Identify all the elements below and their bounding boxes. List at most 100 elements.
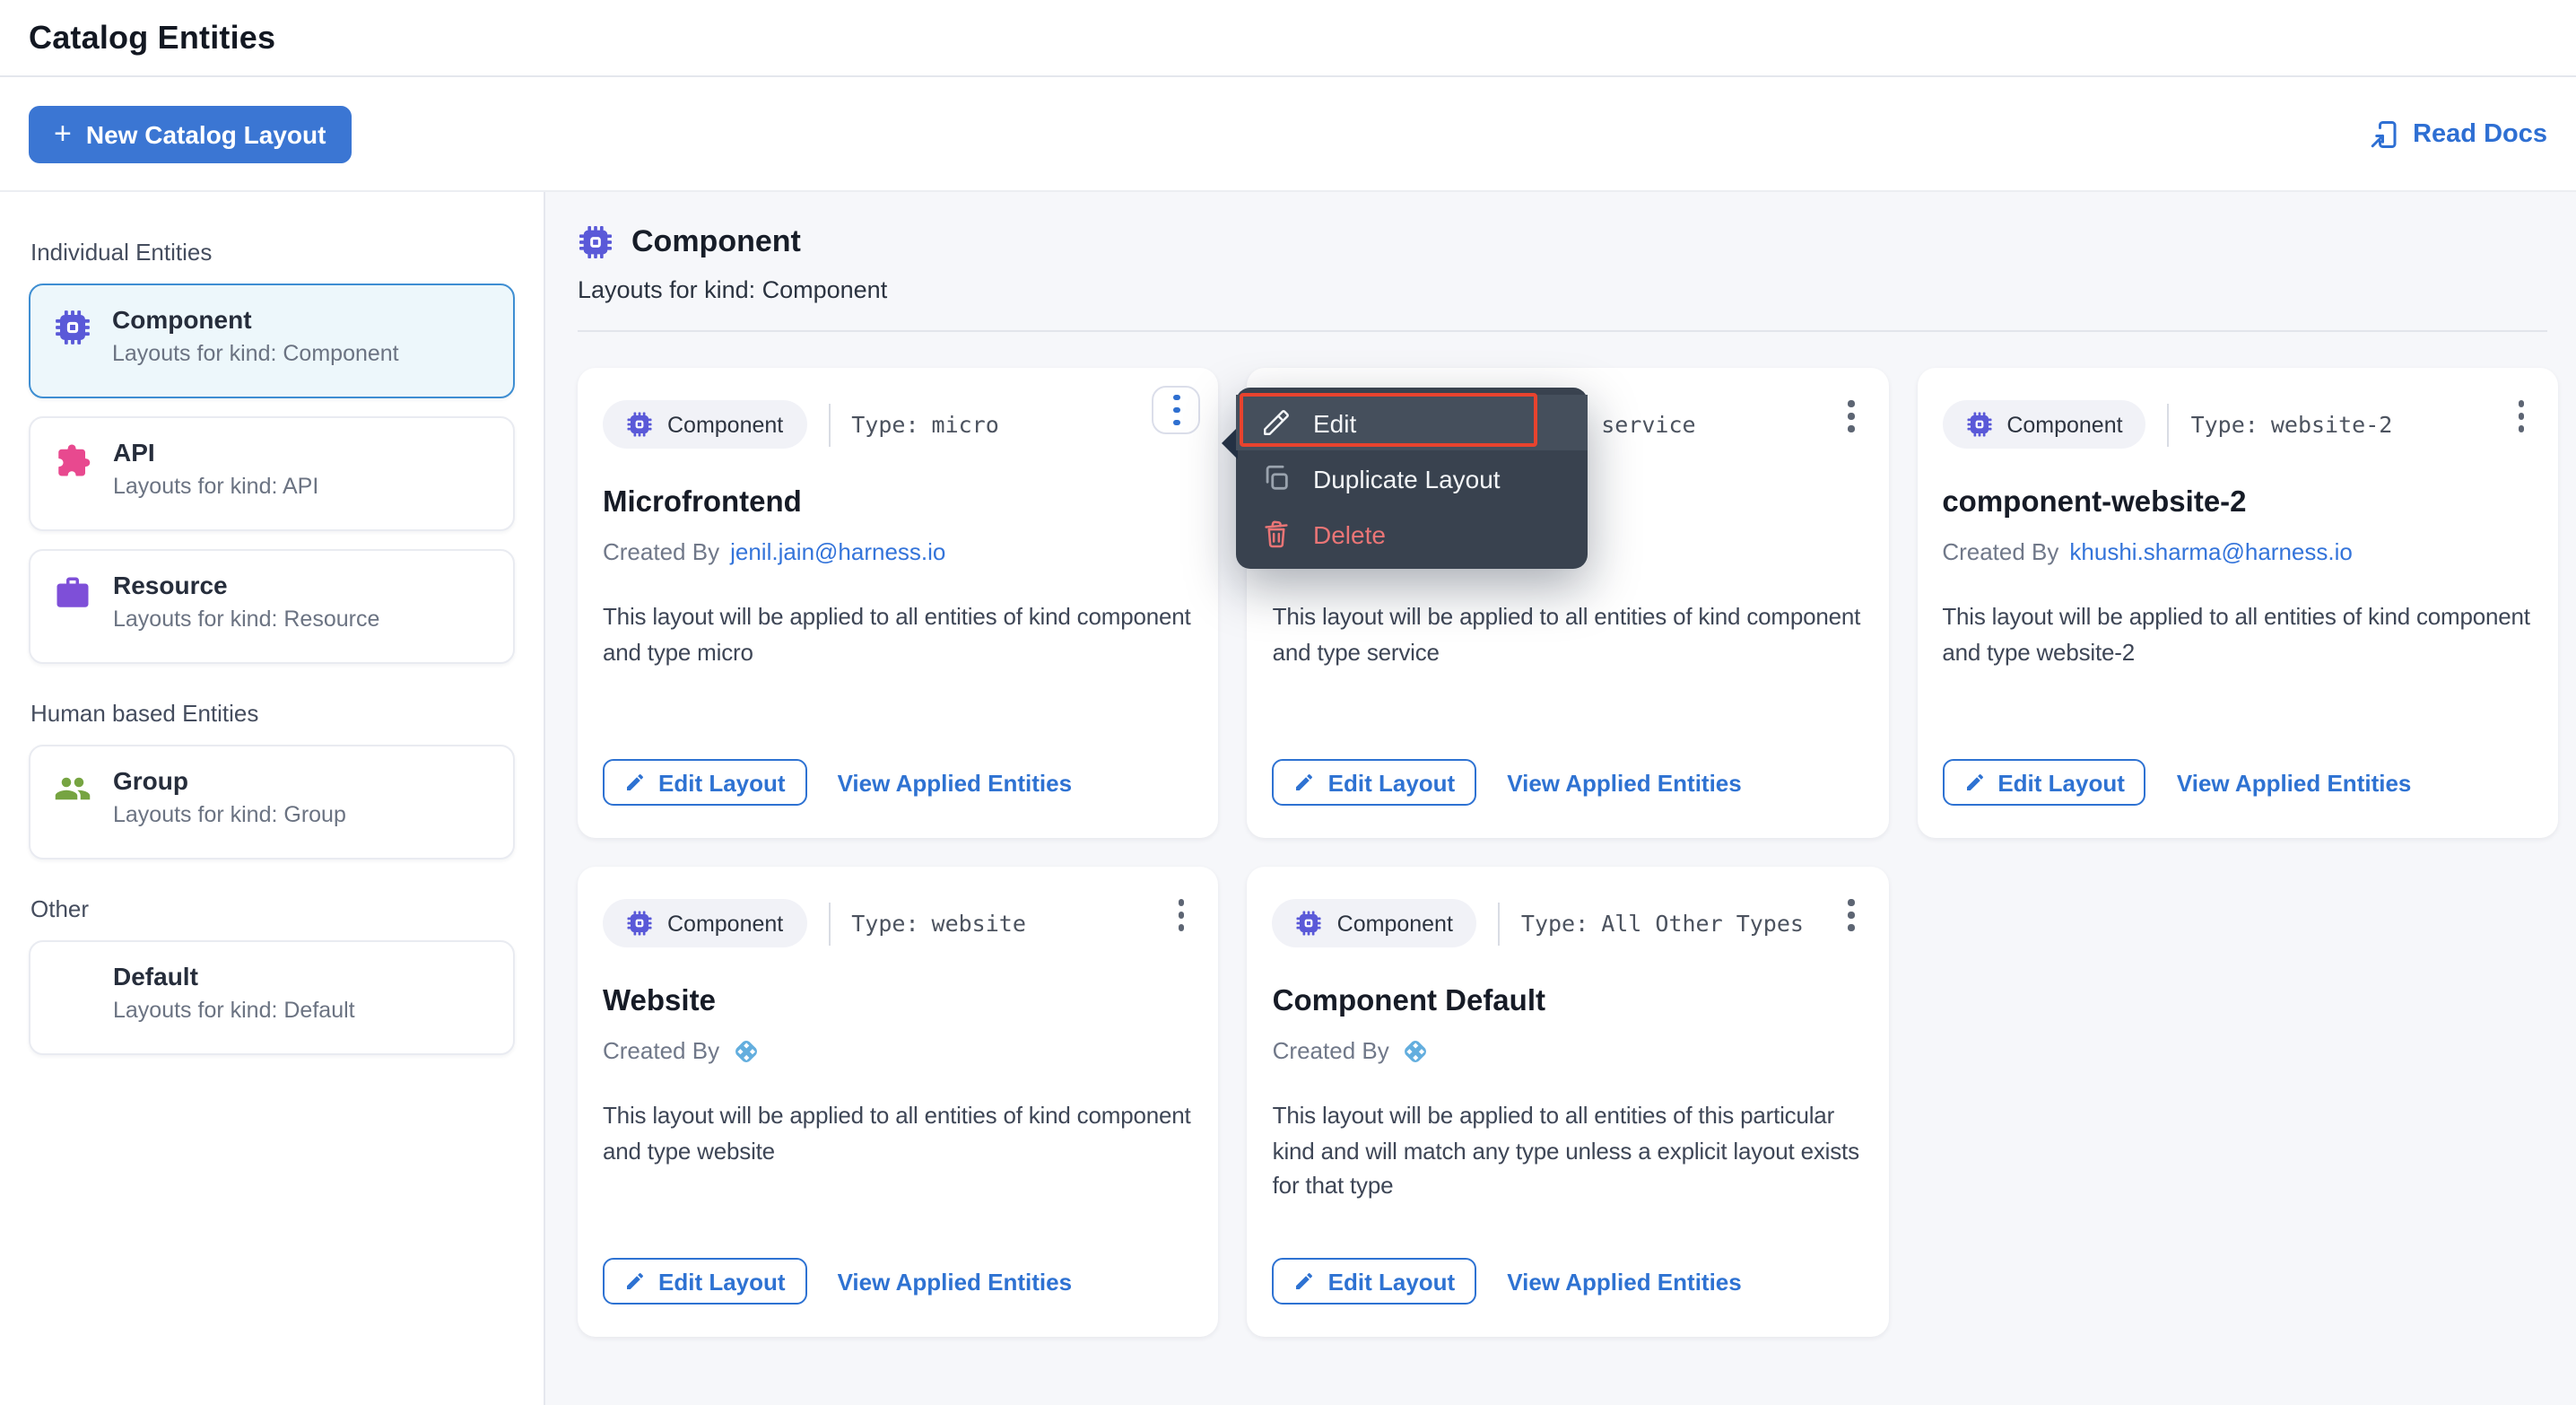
context-menu-item-edit[interactable]: Edit [1236, 395, 1588, 450]
entity-kinds-sidebar: Individual Entities Component Layouts fo… [0, 192, 545, 1405]
component-chip-icon [1965, 411, 1992, 438]
type-label: Type:website [851, 910, 1026, 937]
card-context-menu: Edit Duplicate Layout Delete [1236, 388, 1588, 569]
view-applied-entities-link[interactable]: View Applied Entities [2177, 769, 2412, 796]
context-menu-item-delete[interactable]: Delete [1236, 506, 1588, 562]
sidebar-item-subtitle: Layouts for kind: Resource [113, 609, 379, 634]
sidebar-item-title: Group [113, 768, 346, 796]
edit-layout-button[interactable]: Edit Layout [1273, 759, 1477, 806]
kind-heading: Component [631, 224, 801, 260]
layout-card-website: Component Type:website Website Created B… [578, 867, 1219, 1337]
type-label: Type:micro [851, 411, 999, 438]
created-by-link[interactable]: khushi.sharma@harness.io [2069, 538, 2352, 565]
edit-layout-button[interactable]: Edit Layout [1942, 759, 2146, 806]
new-catalog-layout-label: New Catalog Layout [86, 119, 326, 148]
sidebar-item-default[interactable]: Default Layouts for kind: Default [29, 940, 515, 1055]
sidebar-item-api[interactable]: API Layouts for kind: API [29, 416, 515, 531]
sidebar-item-subtitle: Layouts for kind: API [113, 476, 318, 502]
read-docs-link[interactable]: Read Docs [2368, 118, 2547, 150]
pencil-icon [624, 772, 646, 793]
harness-logo-icon [730, 1034, 762, 1067]
edit-layout-button[interactable]: Edit Layout [603, 1258, 807, 1305]
view-applied-entities-link[interactable]: View Applied Entities [838, 1268, 1073, 1295]
sidebar-item-component[interactable]: Component Layouts for kind: Component [29, 284, 515, 398]
layout-description: This layout will be applied to all entit… [603, 1098, 1194, 1168]
sidebar-item-subtitle: Layouts for kind: Group [113, 805, 346, 830]
view-applied-entities-link[interactable]: View Applied Entities [1507, 1268, 1742, 1295]
sidebar-item-title: Default [113, 964, 355, 991]
view-applied-entities-link[interactable]: View Applied Entities [1507, 769, 1742, 796]
badge-divider [2168, 403, 2170, 446]
kind-badge: Component [603, 899, 806, 947]
section-label-human-based-entities: Human based Entities [30, 700, 515, 727]
default-layout-icon [54, 965, 91, 1003]
edit-layout-button[interactable]: Edit Layout [603, 759, 807, 806]
card-menu-button[interactable] [2512, 395, 2529, 437]
layout-card-microfrontend: Component Type:micro Microfrontend Creat… [578, 368, 1219, 838]
plus-icon: + [54, 118, 72, 148]
kind-badge-label: Component [667, 412, 783, 437]
header-divider [578, 330, 2547, 332]
pencil-icon [1963, 772, 1985, 793]
layout-title: Website [603, 985, 1194, 1021]
pencil-icon [624, 1270, 646, 1292]
layout-title: Component Default [1273, 985, 1864, 1021]
sidebar-item-subtitle: Layouts for kind: Component [112, 343, 399, 368]
edit-layout-button[interactable]: Edit Layout [1273, 1258, 1477, 1305]
sidebar-item-title: API [113, 440, 318, 467]
component-chip-icon [1296, 910, 1323, 937]
component-chip-icon [626, 910, 653, 937]
kebab-icon [1173, 395, 1179, 426]
card-menu-button[interactable] [1173, 894, 1190, 936]
duplicate-copy-icon [1261, 463, 1292, 493]
card-menu-button[interactable] [1842, 894, 1859, 936]
layout-title: component-website-2 [1942, 486, 2533, 522]
catalog-entities-page: Catalog Entities + New Catalog Layout Re… [0, 0, 2576, 1405]
kebab-icon [1848, 400, 1854, 432]
resource-bag-icon [54, 574, 91, 612]
component-chip-icon [53, 308, 91, 345]
component-chip-icon [578, 224, 614, 260]
group-people-icon [54, 770, 91, 807]
sidebar-item-group[interactable]: Group Layouts for kind: Group [29, 745, 515, 860]
edit-pencil-icon [1261, 407, 1292, 438]
card-menu-button-active[interactable] [1153, 386, 1201, 434]
kebab-icon [2518, 400, 2524, 432]
pencil-icon [1294, 772, 1316, 793]
sidebar-item-title: Component [112, 306, 399, 334]
toolbar: + New Catalog Layout Read Docs [0, 77, 2576, 192]
trash-icon [1261, 519, 1292, 549]
kind-badge-label: Component [2006, 412, 2122, 437]
kebab-icon [1179, 899, 1185, 930]
section-label-individual-entities: Individual Entities [30, 239, 515, 266]
created-by-row: Created By khushi.sharma@harness.io [1942, 535, 2533, 569]
layout-description: This layout will be applied to all entit… [603, 599, 1194, 669]
layout-card-component-website-2: Component Type:website-2 component-websi… [1917, 368, 2558, 838]
layout-title: Microfrontend [603, 486, 1194, 522]
layout-description: This layout will be applied to all entit… [1942, 599, 2533, 669]
created-by-row: Created By [1273, 1034, 1864, 1068]
type-label: Type:website-2 [2191, 411, 2393, 438]
component-chip-icon [626, 411, 653, 438]
kind-subheading: Layouts for kind: Component [578, 276, 2558, 303]
new-catalog-layout-button[interactable]: + New Catalog Layout [29, 105, 351, 162]
created-by-row: Created By [603, 1034, 1194, 1068]
kind-badge-label: Component [1337, 911, 1453, 936]
view-applied-entities-link[interactable]: View Applied Entities [838, 769, 1073, 796]
type-label: Type:All Other Types [1521, 910, 1804, 937]
layout-description: This layout will be applied to all entit… [1273, 1098, 1864, 1203]
context-menu-item-duplicate-layout[interactable]: Duplicate Layout [1236, 450, 1588, 506]
pencil-icon [1294, 1270, 1316, 1292]
api-puzzle-icon [54, 441, 91, 479]
badge-divider [828, 403, 830, 446]
kind-badge: Component [603, 400, 806, 449]
sidebar-item-title: Resource [113, 572, 379, 600]
kind-badge: Component [1273, 899, 1476, 947]
section-label-other: Other [30, 895, 515, 922]
layouts-panel: Component Layouts for kind: Component Co… [545, 192, 2576, 1405]
card-menu-button[interactable] [1842, 395, 1859, 437]
created-by-link[interactable]: jenil.jain@harness.io [730, 538, 945, 565]
page-title: Catalog Entities [29, 19, 275, 57]
sidebar-item-resource[interactable]: Resource Layouts for kind: Resource [29, 549, 515, 664]
content-area: Individual Entities Component Layouts fo… [0, 192, 2576, 1405]
